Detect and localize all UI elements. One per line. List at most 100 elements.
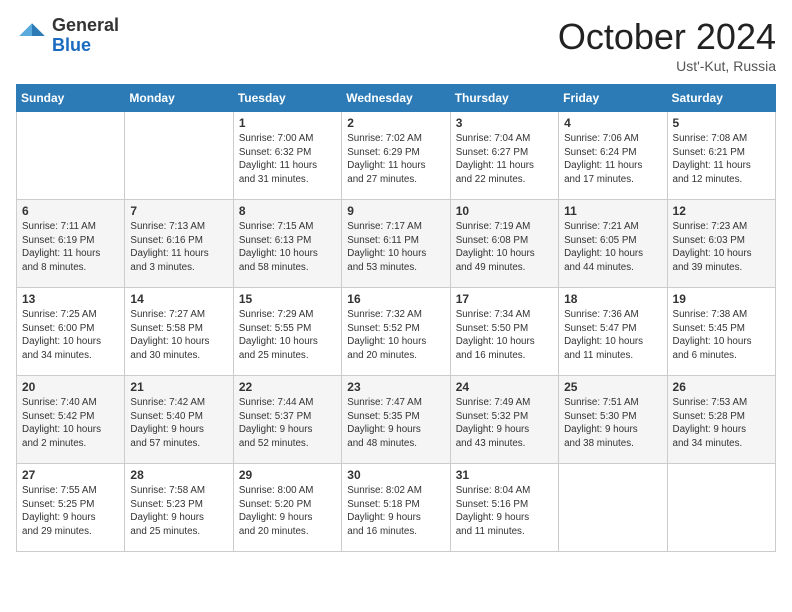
day-number: 6: [22, 204, 119, 218]
day-info: Sunrise: 7:02 AMSunset: 6:29 PMDaylight:…: [347, 132, 444, 187]
day-info: Sunrise: 7:25 AMSunset: 6:00 PMDaylight:…: [22, 308, 119, 363]
day-info: Sunrise: 7:55 AMSunset: 5:25 PMDaylight:…: [22, 484, 119, 539]
day-info: Sunrise: 7:00 AMSunset: 6:32 PMDaylight:…: [239, 132, 336, 187]
calendar-cell: 20 Sunrise: 7:40 AMSunset: 5:42 PMDayligh…: [17, 376, 125, 464]
day-info: Sunrise: 8:02 AMSunset: 5:18 PMDaylight:…: [347, 484, 444, 539]
calendar-cell: 15 Sunrise: 7:29 AMSunset: 5:55 PMDayligh…: [233, 288, 341, 376]
day-number: 27: [22, 468, 119, 482]
calendar-cell: 4 Sunrise: 7:06 AMSunset: 6:24 PMDaylight…: [559, 112, 667, 200]
calendar-cell: 11Sunrise: 7:21 AMSunset: 6:05 PMDayligh…: [559, 200, 667, 288]
calendar-cell: 16 Sunrise: 7:32 AMSunset: 5:52 PMDayligh…: [342, 288, 450, 376]
day-info: Sunrise: 7:32 AMSunset: 5:52 PMDaylight:…: [347, 308, 444, 363]
month-year-title: October 2024: [558, 16, 776, 58]
day-info: Sunrise: 7:04 AMSunset: 6:27 PMDaylight:…: [456, 132, 553, 187]
weekday-header-friday: Friday: [559, 85, 667, 112]
logo-text: General Blue: [52, 16, 119, 56]
day-info: Sunrise: 7:06 AMSunset: 6:24 PMDaylight:…: [564, 132, 661, 187]
weekday-header-row: SundayMondayTuesdayWednesdayThursdayFrid…: [17, 85, 776, 112]
weekday-header-tuesday: Tuesday: [233, 85, 341, 112]
day-number: 15: [239, 292, 336, 306]
day-number: 28: [130, 468, 227, 482]
day-number: 9: [347, 204, 444, 218]
calendar-cell: 14 Sunrise: 7:27 AMSunset: 5:58 PMDayligh…: [125, 288, 233, 376]
week-row-3: 13 Sunrise: 7:25 AMSunset: 6:00 PMDayligh…: [17, 288, 776, 376]
day-number: 16: [347, 292, 444, 306]
location-subtitle: Ust'-Kut, Russia: [558, 58, 776, 74]
calendar-cell: 3 Sunrise: 7:04 AMSunset: 6:27 PMDaylight…: [450, 112, 558, 200]
day-number: 19: [673, 292, 770, 306]
day-info: Sunrise: 7:23 AMSunset: 6:03 PMDaylight:…: [673, 220, 770, 275]
day-number: 25: [564, 380, 661, 394]
calendar-cell: 23Sunrise: 7:47 AMSunset: 5:35 PMDayligh…: [342, 376, 450, 464]
day-number: 11: [564, 204, 661, 218]
calendar-cell: 5Sunrise: 7:08 AMSunset: 6:21 PMDaylight…: [667, 112, 775, 200]
calendar-cell: 10 Sunrise: 7:19 AMSunset: 6:08 PMDayligh…: [450, 200, 558, 288]
calendar-cell: 6 Sunrise: 7:11 AMSunset: 6:19 PMDaylight…: [17, 200, 125, 288]
calendar-cell: 12 Sunrise: 7:23 AMSunset: 6:03 PMDayligh…: [667, 200, 775, 288]
day-info: Sunrise: 7:40 AMSunset: 5:42 PMDaylight:…: [22, 396, 119, 451]
day-info: Sunrise: 7:58 AMSunset: 5:23 PMDaylight:…: [130, 484, 227, 539]
week-row-1: 1 Sunrise: 7:00 AMSunset: 6:32 PMDaylight…: [17, 112, 776, 200]
day-number: 23: [347, 380, 444, 394]
calendar-cell: 31Sunrise: 8:04 AMSunset: 5:16 PMDayligh…: [450, 464, 558, 552]
day-number: 7: [130, 204, 227, 218]
day-info: Sunrise: 7:36 AMSunset: 5:47 PMDaylight:…: [564, 308, 661, 363]
day-number: 8: [239, 204, 336, 218]
day-info: Sunrise: 8:00 AMSunset: 5:20 PMDaylight:…: [239, 484, 336, 539]
day-info: Sunrise: 7:11 AMSunset: 6:19 PMDaylight:…: [22, 220, 119, 275]
calendar-cell: 1 Sunrise: 7:00 AMSunset: 6:32 PMDaylight…: [233, 112, 341, 200]
day-number: 14: [130, 292, 227, 306]
day-info: Sunrise: 7:38 AMSunset: 5:45 PMDaylight:…: [673, 308, 770, 363]
day-number: 24: [456, 380, 553, 394]
calendar-cell: [17, 112, 125, 200]
day-number: 22: [239, 380, 336, 394]
day-number: 21: [130, 380, 227, 394]
calendar-cell: [559, 464, 667, 552]
day-info: Sunrise: 7:49 AMSunset: 5:32 PMDaylight:…: [456, 396, 553, 451]
calendar-cell: 21 Sunrise: 7:42 AMSunset: 5:40 PMDayligh…: [125, 376, 233, 464]
day-info: Sunrise: 7:29 AMSunset: 5:55 PMDaylight:…: [239, 308, 336, 363]
day-number: 18: [564, 292, 661, 306]
week-row-2: 6 Sunrise: 7:11 AMSunset: 6:19 PMDaylight…: [17, 200, 776, 288]
day-number: 12: [673, 204, 770, 218]
weekday-header-monday: Monday: [125, 85, 233, 112]
day-number: 3: [456, 116, 553, 130]
day-number: 2: [347, 116, 444, 130]
day-info: Sunrise: 7:19 AMSunset: 6:08 PMDaylight:…: [456, 220, 553, 275]
calendar-cell: 27 Sunrise: 7:55 AMSunset: 5:25 PMDayligh…: [17, 464, 125, 552]
day-number: 13: [22, 292, 119, 306]
calendar-cell: 25 Sunrise: 7:51 AMSunset: 5:30 PMDayligh…: [559, 376, 667, 464]
day-number: 4: [564, 116, 661, 130]
weekday-header-sunday: Sunday: [17, 85, 125, 112]
calendar-cell: 30 Sunrise: 8:02 AMSunset: 5:18 PMDayligh…: [342, 464, 450, 552]
day-number: 29: [239, 468, 336, 482]
day-info: Sunrise: 7:08 AMSunset: 6:21 PMDaylight:…: [673, 132, 770, 187]
day-info: Sunrise: 7:27 AMSunset: 5:58 PMDaylight:…: [130, 308, 227, 363]
day-number: 10: [456, 204, 553, 218]
page-header: General Blue October 2024 Ust'-Kut, Russ…: [16, 16, 776, 74]
day-info: Sunrise: 7:34 AMSunset: 5:50 PMDaylight:…: [456, 308, 553, 363]
calendar-cell: 13 Sunrise: 7:25 AMSunset: 6:00 PMDayligh…: [17, 288, 125, 376]
day-info: Sunrise: 7:13 AMSunset: 6:16 PMDaylight:…: [130, 220, 227, 275]
calendar-cell: 2 Sunrise: 7:02 AMSunset: 6:29 PMDaylight…: [342, 112, 450, 200]
day-info: Sunrise: 7:53 AMSunset: 5:28 PMDaylight:…: [673, 396, 770, 451]
day-number: 30: [347, 468, 444, 482]
day-number: 17: [456, 292, 553, 306]
day-number: 20: [22, 380, 119, 394]
calendar-cell: [125, 112, 233, 200]
day-info: Sunrise: 7:42 AMSunset: 5:40 PMDaylight:…: [130, 396, 227, 451]
calendar-cell: 19 Sunrise: 7:38 AMSunset: 5:45 PMDayligh…: [667, 288, 775, 376]
calendar-cell: 26Sunrise: 7:53 AMSunset: 5:28 PMDayligh…: [667, 376, 775, 464]
day-number: 1: [239, 116, 336, 130]
calendar-cell: 7 Sunrise: 7:13 AMSunset: 6:16 PMDaylight…: [125, 200, 233, 288]
day-info: Sunrise: 7:44 AMSunset: 5:37 PMDaylight:…: [239, 396, 336, 451]
day-number: 31: [456, 468, 553, 482]
day-info: Sunrise: 7:51 AMSunset: 5:30 PMDaylight:…: [564, 396, 661, 451]
calendar-cell: 28 Sunrise: 7:58 AMSunset: 5:23 PMDayligh…: [125, 464, 233, 552]
weekday-header-saturday: Saturday: [667, 85, 775, 112]
calendar-cell: 8Sunrise: 7:15 AMSunset: 6:13 PMDaylight…: [233, 200, 341, 288]
logo: General Blue: [16, 16, 119, 56]
title-block: October 2024 Ust'-Kut, Russia: [558, 16, 776, 74]
calendar-cell: 17 Sunrise: 7:34 AMSunset: 5:50 PMDayligh…: [450, 288, 558, 376]
calendar-cell: 24 Sunrise: 7:49 AMSunset: 5:32 PMDayligh…: [450, 376, 558, 464]
